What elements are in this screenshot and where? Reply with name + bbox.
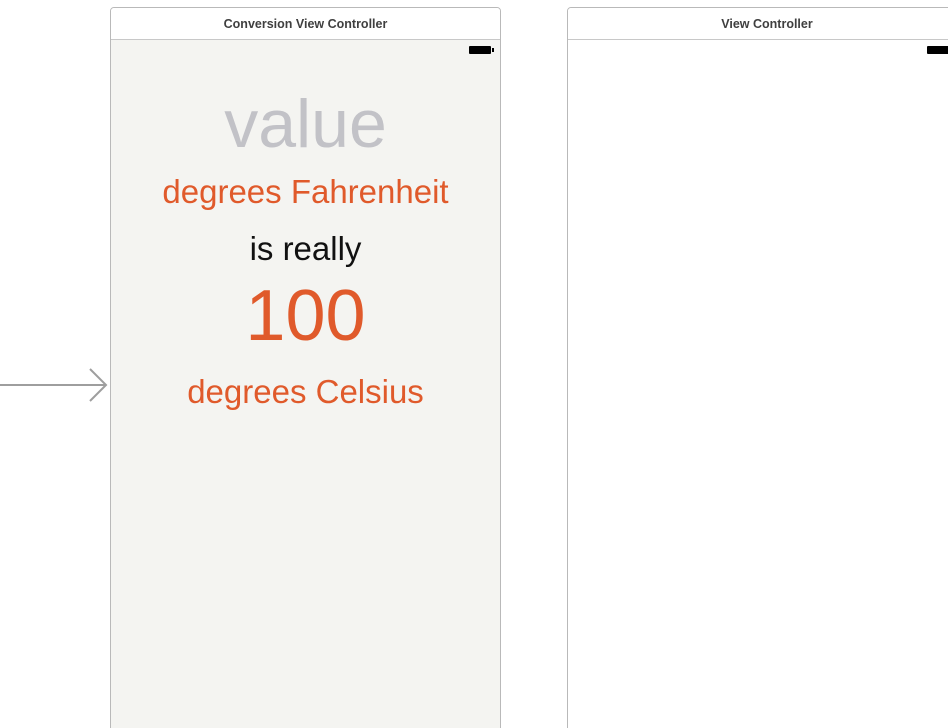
scene-view[interactable]: [568, 40, 948, 728]
celsius-value-label[interactable]: 100: [111, 280, 500, 352]
battery-icon: [469, 46, 494, 54]
fahrenheit-unit-label[interactable]: degrees Fahrenheit: [111, 175, 500, 208]
scene-title: View Controller: [721, 16, 813, 31]
conversion-view-controller-scene[interactable]: Conversion View Controller value degrees…: [110, 7, 501, 728]
is-really-label[interactable]: is really: [111, 232, 500, 265]
view-controller-scene[interactable]: View Controller: [567, 7, 948, 728]
scene-title-bar[interactable]: View Controller: [568, 8, 948, 40]
storyboard-canvas[interactable]: Conversion View Controller value degrees…: [0, 0, 948, 728]
battery-icon: [927, 46, 948, 54]
scene-title-bar[interactable]: Conversion View Controller: [111, 8, 500, 40]
fahrenheit-value-label[interactable]: value: [111, 90, 500, 158]
scene-view[interactable]: value degrees Fahrenheit is really 100 d…: [111, 40, 500, 728]
scene-title: Conversion View Controller: [223, 16, 388, 31]
celsius-unit-label[interactable]: degrees Celsius: [111, 375, 500, 408]
initial-view-controller-arrow-icon[interactable]: [0, 366, 112, 404]
